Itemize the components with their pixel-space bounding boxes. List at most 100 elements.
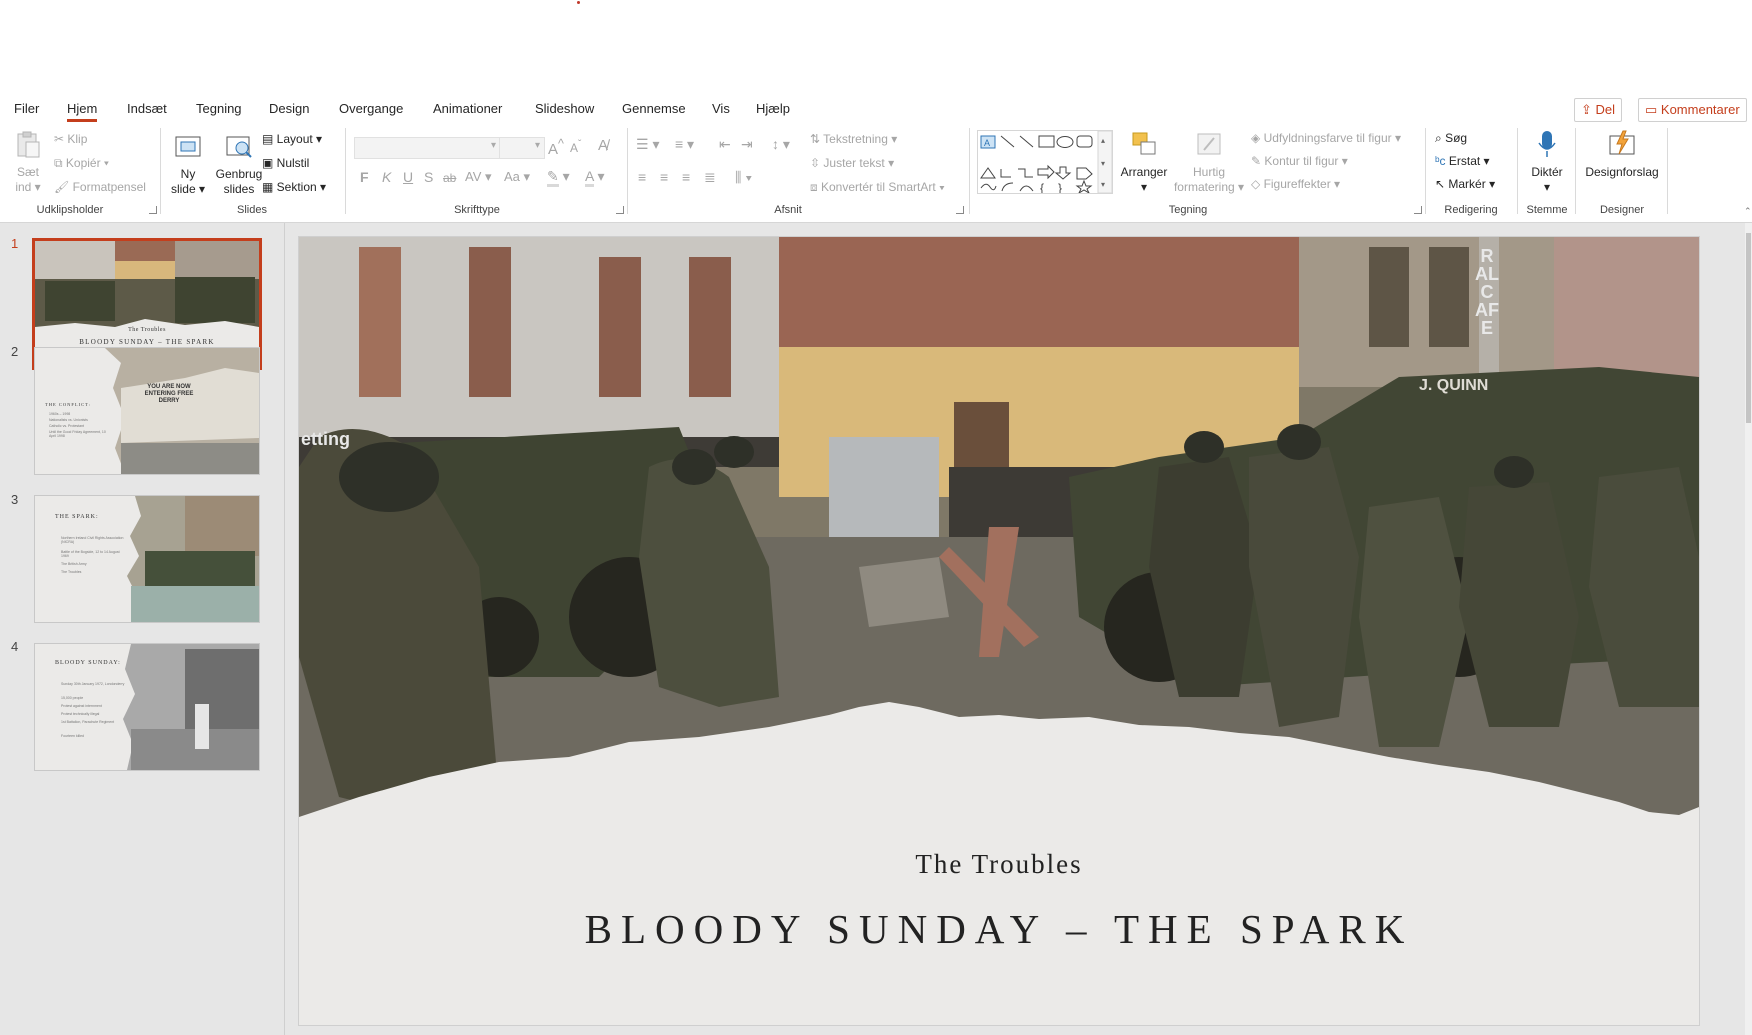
copy-icon: ⧉ xyxy=(54,156,66,170)
line-spacing-icon[interactable]: ↕ ▾ xyxy=(772,136,790,153)
dictate-chevron: ▾ xyxy=(1543,180,1551,194)
drawing-launcher-icon[interactable] xyxy=(1414,206,1422,214)
section-button[interactable]: ▦ Sektion ▾ xyxy=(262,180,326,194)
underline-button[interactable]: U xyxy=(403,169,413,185)
tab-hjem[interactable]: Hjem xyxy=(67,101,98,122)
tab-tegning[interactable]: Tegning xyxy=(196,101,242,116)
quick-styles-button[interactable]: Hurtig formatering ▾ xyxy=(1169,130,1249,195)
align-text-label: Juster tekst xyxy=(823,156,885,170)
arrange-icon xyxy=(1132,132,1156,155)
replace-button[interactable]: ᵇc Erstat ▾ xyxy=(1435,154,1490,168)
comments-label: Kommentarer xyxy=(1660,102,1740,117)
collapse-ribbon-icon[interactable]: ⌃ xyxy=(1744,206,1752,217)
replace-label: Erstat xyxy=(1448,154,1481,168)
tab-overgange[interactable]: Overgange xyxy=(339,101,403,116)
layout-button[interactable]: ▤ Layout ▾ xyxy=(262,132,322,146)
new-slide-button[interactable]: Ny slide ▾ xyxy=(166,132,210,197)
italic-button[interactable]: K xyxy=(382,169,391,185)
shape-outline-label: Kontur til figur xyxy=(1264,154,1339,168)
share-button[interactable]: ⇪ Del xyxy=(1574,98,1623,122)
select-label: Markér xyxy=(1448,177,1486,191)
tab-hjaelp[interactable]: Hjælp xyxy=(756,101,790,116)
slide-title[interactable]: BLOODY SUNDAY – THE SPARK xyxy=(299,905,1699,953)
slide-thumbnail-2[interactable]: YOU ARE NOW ENTERING FREE DERRY THE CONF… xyxy=(34,347,260,475)
increase-indent-icon[interactable]: ⇥ xyxy=(741,136,753,153)
font-name-combobox[interactable]: ▾ xyxy=(354,137,501,159)
shape-fill-button[interactable]: ◈ Udfyldningsfarve til figur ▾ xyxy=(1251,131,1401,145)
svg-text:A: A xyxy=(984,138,990,148)
separator xyxy=(969,128,970,214)
separator xyxy=(1425,128,1426,214)
dictate-button[interactable]: Diktér ▾ xyxy=(1523,130,1571,195)
font-launcher-icon[interactable] xyxy=(616,206,624,214)
shapes-gallery[interactable]: A {} ▴ ▾ ▾ xyxy=(977,130,1113,195)
paragraph-launcher-icon[interactable] xyxy=(956,206,964,214)
grow-font-button[interactable]: A^ xyxy=(548,137,564,158)
thumbnail-bullet: 1960s – 1998 xyxy=(49,412,71,416)
tab-gennemse[interactable]: Gennemse xyxy=(622,101,686,116)
text-direction-button[interactable]: ⇅ Tekstretning ▾ xyxy=(810,132,897,146)
quick-styles-icon xyxy=(1197,133,1221,155)
tab-filer[interactable]: Filer xyxy=(14,101,39,116)
highlight-button[interactable]: ✎ ▾ xyxy=(547,168,570,187)
arrange-button[interactable]: Arranger ▾ xyxy=(1119,130,1169,195)
columns-icon[interactable]: ⫼ ▾ xyxy=(735,169,752,186)
separator xyxy=(627,128,628,214)
new-slide-label-2-text: slide xyxy=(170,182,196,196)
shape-effects-button[interactable]: ◇ Figureffekter ▾ xyxy=(1251,177,1340,191)
decrease-indent-icon[interactable]: ⇤ xyxy=(719,136,731,153)
smartart-button[interactable]: ⧈ Konvertér til SmartArt ▾ xyxy=(810,180,945,195)
shrink-font-button[interactable]: Aˇ xyxy=(570,139,581,155)
tab-animationer[interactable]: Animationer xyxy=(433,101,502,116)
align-center-icon[interactable]: ≡ xyxy=(660,169,668,185)
shape-outline-button[interactable]: ✎ Kontur til figur ▾ xyxy=(1251,154,1348,168)
align-right-icon[interactable]: ≡ xyxy=(682,169,690,185)
copy-button[interactable]: ⧉ Kopiér ▾ xyxy=(54,156,109,171)
font-size-combobox[interactable]: ▾ xyxy=(499,137,545,159)
tab-slideshow[interactable]: Slideshow xyxy=(535,101,594,116)
brush-icon: 🖌 xyxy=(54,180,73,194)
arrange-label: Arranger xyxy=(1120,165,1168,179)
font-group-label: Skrifttype xyxy=(454,204,500,216)
comment-icon: ▭ xyxy=(1645,102,1661,117)
slide-subtitle[interactable]: The Troubles xyxy=(299,849,1699,880)
new-slide-icon xyxy=(175,136,201,157)
mural-photo-thumbnail xyxy=(105,348,259,474)
format-painter-button[interactable]: 🖌 Formatpensel xyxy=(54,180,146,194)
paste-button[interactable]: Sæt ind ▾ xyxy=(8,130,48,195)
thumbnail-bullet: 1st Battalion, Parachute Regiment xyxy=(61,720,115,724)
font-color-button[interactable]: A ▾ xyxy=(585,168,605,187)
align-text-button[interactable]: ⇳ Juster tekst ▾ xyxy=(810,156,894,170)
scrollbar-thumb[interactable] xyxy=(1746,233,1751,423)
design-ideas-button[interactable]: Designforslag xyxy=(1579,130,1665,180)
tab-indsaet[interactable]: Indsæt xyxy=(127,101,167,116)
numbering-icon[interactable]: ≡ ▾ xyxy=(675,136,694,153)
tab-vis[interactable]: Vis xyxy=(712,101,730,116)
clipboard-launcher-icon[interactable] xyxy=(149,206,157,214)
thumbnail-title: The Troubles xyxy=(128,327,166,333)
new-slide-label-2: slide ▾ xyxy=(170,182,206,196)
paint-bucket-icon: ◈ xyxy=(1251,131,1264,145)
tab-design[interactable]: Design xyxy=(269,101,309,116)
align-left-icon[interactable]: ≡ xyxy=(638,169,646,185)
shadow-button[interactable]: S xyxy=(424,169,433,185)
comments-button[interactable]: ▭ Kommentarer xyxy=(1638,98,1747,122)
reuse-slides-button[interactable]: Genbrug slides xyxy=(212,132,266,197)
select-button[interactable]: ↖ Markér ▾ xyxy=(1435,177,1495,191)
slide-thumbnail-3[interactable]: THE SPARK: Northern Ireland Civil Rights… xyxy=(34,495,260,623)
find-button[interactable]: ⌕ Søg xyxy=(1435,131,1467,146)
justify-icon[interactable]: ≣ xyxy=(704,169,716,186)
cafe-sign: RAL CAFE xyxy=(1475,246,1499,338)
bold-button[interactable]: F xyxy=(360,169,369,185)
bullets-icon[interactable]: ☰ ▾ xyxy=(636,136,659,153)
cut-button[interactable]: ✂ Klip xyxy=(54,132,87,146)
slide-canvas[interactable]: RAL CAFE J. QUINN etting The Troubles BL… xyxy=(299,237,1699,1025)
slide-thumbnail-4[interactable]: BLOODY SUNDAY: Sunday 30th January 1972,… xyxy=(34,643,260,771)
strikethrough-button[interactable]: ab xyxy=(443,171,456,185)
clear-formatting-icon[interactable]: A̸ xyxy=(598,137,608,154)
change-case-button[interactable]: Aa ▾ xyxy=(504,169,530,185)
voice-group-label: Stemme xyxy=(1526,204,1568,216)
reset-button[interactable]: ▣ Nulstil xyxy=(262,156,309,170)
layout-icon: ▤ xyxy=(262,132,277,146)
char-spacing-button[interactable]: AV ▾ xyxy=(465,169,492,185)
